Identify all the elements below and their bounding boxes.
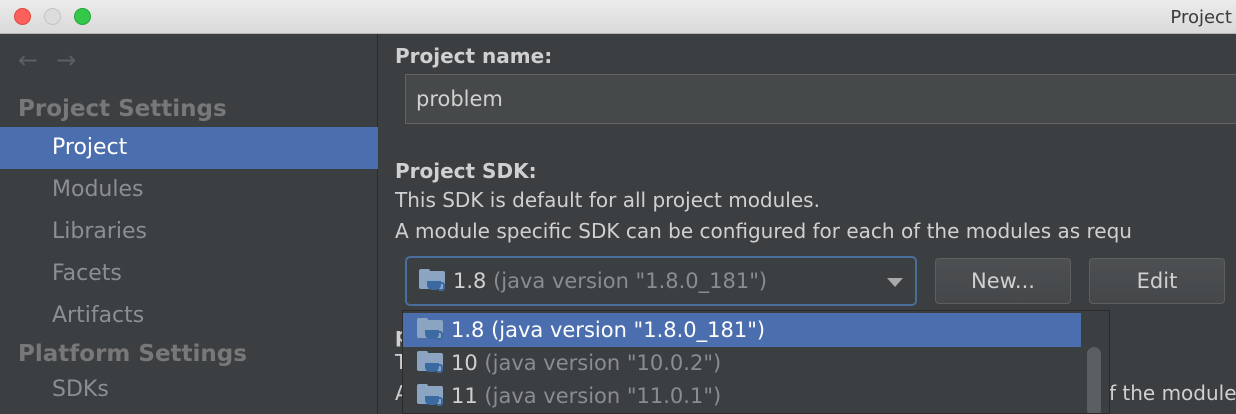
jdk-folder-icon bbox=[417, 351, 445, 373]
jdk-folder-icon bbox=[417, 384, 445, 406]
project-name-input[interactable]: problem bbox=[405, 74, 1236, 124]
sidebar-item-modules[interactable]: Modules bbox=[0, 169, 378, 211]
jdk-folder-icon bbox=[417, 318, 445, 340]
zoom-window-button[interactable] bbox=[74, 8, 91, 25]
sdk-option-11[interactable]: 11 (java version "11.0.1") bbox=[403, 379, 1081, 413]
window-title: Project bbox=[1170, 7, 1232, 28]
new-sdk-button[interactable]: New... bbox=[935, 258, 1071, 304]
sidebar-item-sdks[interactable]: SDKs bbox=[0, 369, 378, 411]
sidebar-item-libraries[interactable]: Libraries bbox=[0, 211, 378, 253]
dropdown-scrollbar-thumb[interactable] bbox=[1087, 347, 1101, 413]
sdk-description-line2: A module specific SDK can be configured … bbox=[395, 219, 1132, 243]
platform-settings-header: Platform Settings bbox=[18, 341, 247, 367]
close-window-button[interactable] bbox=[14, 8, 31, 25]
sdk-selected-version: 1.8 bbox=[453, 269, 487, 293]
back-arrow-icon[interactable]: ← bbox=[18, 46, 56, 74]
sdk-option-10[interactable]: 10 (java version "10.0.2") bbox=[403, 346, 1081, 380]
sidebar-item-project[interactable]: Project bbox=[0, 127, 378, 169]
option-description: (java version "1.8.0_181") bbox=[491, 318, 766, 342]
jdk-folder-icon bbox=[419, 269, 447, 291]
option-version: 10 bbox=[451, 351, 478, 375]
project-name-label: Project name: bbox=[395, 44, 553, 68]
sdk-selected-description: (java version "1.8.0_181") bbox=[493, 269, 768, 293]
covered-text-tail: f the module bbox=[1109, 381, 1236, 405]
sdk-dropdown-list[interactable]: 1.8 (java version "1.8.0_181") 10 (java … bbox=[402, 310, 1110, 414]
sdk-option-1-8[interactable]: 1.8 (java version "1.8.0_181") bbox=[403, 313, 1081, 347]
project-sdk-combobox[interactable]: 1.8 (java version "1.8.0_181") bbox=[405, 256, 917, 306]
project-sdk-label: Project SDK: bbox=[395, 159, 537, 183]
chevron-down-icon bbox=[887, 278, 903, 287]
title-bar: Project bbox=[0, 0, 1236, 34]
option-description: (java version "10.0.2") bbox=[484, 351, 722, 375]
option-description: (java version "11.0.1") bbox=[484, 384, 722, 408]
edit-sdk-button[interactable]: Edit bbox=[1089, 258, 1225, 304]
sidebar-item-artifacts[interactable]: Artifacts bbox=[0, 295, 378, 337]
sidebar-item-facets[interactable]: Facets bbox=[0, 253, 378, 295]
minimize-window-button[interactable] bbox=[44, 8, 61, 25]
settings-sidebar: ←→ Project Settings Project Modules Libr… bbox=[0, 34, 378, 414]
option-version: 1.8 bbox=[451, 318, 485, 342]
navigation-arrows: ←→ bbox=[18, 46, 94, 74]
forward-arrow-icon[interactable]: → bbox=[56, 46, 94, 74]
sdk-description-line1: This SDK is default for all project modu… bbox=[395, 188, 820, 212]
option-version: 11 bbox=[451, 384, 478, 408]
project-settings-header: Project Settings bbox=[18, 96, 227, 122]
